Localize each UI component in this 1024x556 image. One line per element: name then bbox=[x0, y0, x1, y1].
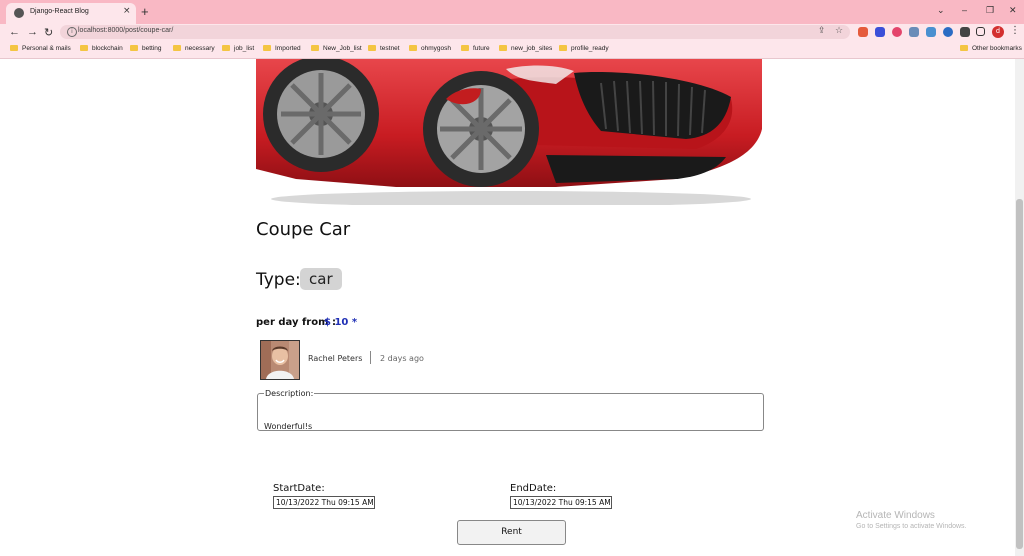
bookmark-folder[interactable]: testnet bbox=[368, 45, 400, 52]
folder-icon bbox=[10, 45, 18, 51]
extension-icon[interactable] bbox=[926, 27, 936, 37]
tab-close-icon[interactable]: × bbox=[123, 6, 131, 16]
red-coupe-car-image bbox=[256, 59, 762, 205]
url-text[interactable]: localhost:8000/post/coupe-car/ bbox=[78, 27, 173, 34]
browser-tab-bar: Django-React Blog × + ⌄ – ❐ ✕ bbox=[0, 0, 1024, 24]
scrollbar-thumb[interactable] bbox=[1016, 199, 1023, 549]
meta-divider bbox=[370, 351, 371, 364]
folder-icon bbox=[222, 45, 230, 51]
folder-icon bbox=[173, 45, 181, 51]
close-window-button[interactable]: ✕ bbox=[1009, 5, 1017, 16]
start-date-input[interactable]: 10/13/2022 Thu 09:15 AM bbox=[273, 496, 375, 509]
activate-windows-subtitle: Go to Settings to activate Windows. bbox=[856, 523, 967, 530]
bookmark-folder[interactable]: future bbox=[461, 45, 490, 52]
info-icon[interactable]: i bbox=[67, 27, 77, 37]
end-date-label: EndDate: bbox=[510, 483, 557, 494]
bookmark-folder[interactable]: Personal & mails bbox=[10, 45, 71, 52]
post-title: Coupe Car bbox=[256, 219, 351, 240]
forward-arrow-icon[interactable]: → bbox=[27, 26, 38, 38]
tab-title: Django-React Blog bbox=[30, 8, 89, 15]
author-photo bbox=[261, 341, 299, 379]
back-arrow-icon[interactable]: ← bbox=[9, 26, 20, 38]
bookmark-folder[interactable]: profile_ready bbox=[559, 45, 609, 52]
bookmark-folder[interactable]: blockchain bbox=[80, 45, 123, 52]
extension-icon[interactable] bbox=[875, 27, 885, 37]
page-viewport: Coupe Car Type: car per day from : $ 10 … bbox=[0, 59, 1024, 556]
tab-search-icon[interactable]: ⌄ bbox=[937, 5, 945, 16]
bookmark-folder[interactable]: new_job_sites bbox=[499, 45, 552, 52]
address-bar[interactable]: i localhost:8000/post/coupe-car/ ⇪ ☆ bbox=[60, 25, 850, 39]
puzzle-extensions-icon[interactable] bbox=[960, 27, 970, 37]
folder-icon bbox=[409, 45, 417, 51]
activate-windows-watermark: Activate Windows Go to Settings to activ… bbox=[856, 510, 967, 530]
restore-button[interactable]: ❐ bbox=[986, 5, 994, 16]
browser-toolbar: ← → ↻ i localhost:8000/post/coupe-car/ ⇪… bbox=[0, 24, 1024, 41]
end-date-input[interactable]: 10/13/2022 Thu 09:15 AM bbox=[510, 496, 612, 509]
share-icon[interactable]: ⇪ bbox=[818, 26, 826, 36]
profile-avatar[interactable]: d bbox=[992, 26, 1004, 38]
type-label: Type: bbox=[256, 270, 301, 290]
side-panel-icon[interactable] bbox=[976, 27, 985, 36]
folder-icon bbox=[559, 45, 567, 51]
bookmark-folder[interactable]: ohmygosh bbox=[409, 45, 451, 52]
post-image bbox=[256, 59, 762, 205]
bookmarks-bar: Personal & mails blockchain betting nece… bbox=[0, 41, 1024, 59]
folder-icon bbox=[499, 45, 507, 51]
more-menu-icon[interactable]: ⋮ bbox=[1010, 25, 1020, 36]
minimize-button[interactable]: – bbox=[962, 5, 967, 15]
globe-icon bbox=[14, 8, 24, 18]
price-value: $ 10 * bbox=[324, 317, 358, 328]
shield-extension-icon[interactable] bbox=[909, 27, 919, 37]
extension-icon[interactable] bbox=[943, 27, 953, 37]
page-scrollbar[interactable] bbox=[1015, 59, 1024, 556]
start-date-label: StartDate: bbox=[273, 483, 325, 494]
bookmark-folder[interactable]: Imported bbox=[263, 45, 301, 52]
bookmark-folder[interactable]: New_Job_list bbox=[311, 45, 362, 52]
folder-icon bbox=[130, 45, 138, 51]
activate-windows-title: Activate Windows bbox=[856, 510, 935, 521]
bookmark-star-icon[interactable]: ☆ bbox=[835, 26, 843, 36]
folder-icon bbox=[960, 45, 968, 51]
other-bookmarks-folder[interactable]: Other bookmarks bbox=[960, 45, 1022, 52]
type-badge[interactable]: car bbox=[300, 268, 342, 290]
new-tab-button[interactable]: + bbox=[141, 4, 149, 19]
reload-icon[interactable]: ↻ bbox=[44, 26, 53, 39]
browser-tab[interactable]: Django-React Blog × bbox=[6, 3, 136, 24]
description-box: Description: Wonderful!s bbox=[257, 389, 764, 431]
folder-icon bbox=[368, 45, 376, 51]
description-legend: Description: bbox=[265, 389, 314, 398]
metamask-extension-icon[interactable] bbox=[858, 27, 868, 37]
bookmark-folder[interactable]: job_list bbox=[222, 45, 254, 52]
author-name[interactable]: Rachel Peters bbox=[308, 354, 362, 363]
bookmark-folder[interactable]: betting bbox=[130, 45, 162, 52]
folder-icon bbox=[263, 45, 271, 51]
extension-icon[interactable] bbox=[892, 27, 902, 37]
bookmark-folder[interactable]: necessary bbox=[173, 45, 215, 52]
folder-icon bbox=[80, 45, 88, 51]
folder-icon bbox=[461, 45, 469, 51]
rent-button[interactable]: Rent bbox=[457, 520, 566, 545]
folder-icon bbox=[311, 45, 319, 51]
description-text: Wonderful!s bbox=[264, 422, 313, 431]
post-time: 2 days ago bbox=[380, 354, 424, 363]
author-avatar[interactable] bbox=[260, 340, 300, 380]
